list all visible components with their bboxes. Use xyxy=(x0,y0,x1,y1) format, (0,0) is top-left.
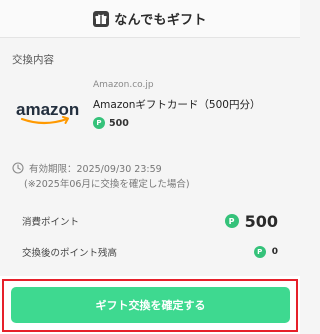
amazon-logo-text: amazon xyxy=(16,100,79,119)
app-title: なんでもギフト xyxy=(114,13,207,28)
section-title: 交換内容 xyxy=(12,54,54,66)
expiry-row: 有効期限：2025/09/30 23:59 xyxy=(12,161,162,175)
confirm-exchange-button[interactable]: ギフト交換を確定する xyxy=(11,287,290,323)
expiry-note: (※2025年06月に交換を確定した場合) xyxy=(24,179,190,190)
consumed-points-value: 500 xyxy=(244,211,278,231)
gift-logo-icon xyxy=(93,10,110,27)
remaining-points-label: 交換後のポイント残高 xyxy=(22,248,118,259)
point-badge-icon: P xyxy=(93,117,105,129)
amazon-logo: amazon xyxy=(14,100,80,128)
points-summary: 消費ポイント P 500 交換後のポイント残高 P 0 xyxy=(12,200,288,260)
consumed-points-row: 消費ポイント P 500 xyxy=(12,208,288,234)
point-badge-icon: P xyxy=(224,214,239,228)
product-price: P 500 xyxy=(93,117,129,129)
app-header: なんでもギフト xyxy=(0,0,300,38)
price-points: 500 xyxy=(109,117,129,129)
remaining-points-row: 交換後のポイント残高 P 0 xyxy=(12,244,288,260)
consumed-points-label: 消費ポイント xyxy=(22,217,80,228)
product-seller: Amazon.co.jp xyxy=(93,80,154,90)
point-badge-icon: P xyxy=(253,246,266,258)
remaining-points-value: 0 xyxy=(271,247,278,257)
product-name: Amazonギフトカード（500円分） xyxy=(93,99,261,111)
clock-icon xyxy=(12,162,24,174)
expiry-date: 有効期限：2025/09/30 23:59 xyxy=(29,164,162,175)
